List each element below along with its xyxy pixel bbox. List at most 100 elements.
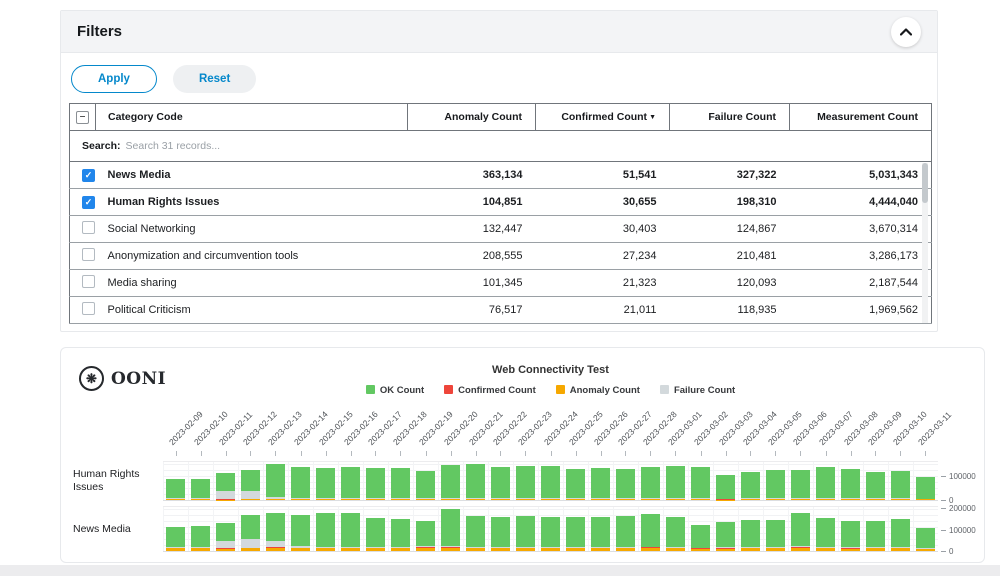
anomaly-cell: 208,555 xyxy=(408,243,536,270)
stacked-bar[interactable] xyxy=(766,462,785,500)
stacked-bar[interactable] xyxy=(891,462,910,500)
x-axis-tick xyxy=(426,451,427,456)
stacked-bar[interactable] xyxy=(216,507,235,551)
stacked-bar[interactable] xyxy=(441,462,460,500)
stacked-bar[interactable] xyxy=(391,462,410,500)
stacked-bar[interactable] xyxy=(266,507,285,551)
row-checkbox[interactable] xyxy=(82,221,95,234)
stacked-bar[interactable] xyxy=(241,462,260,500)
stacked-bar[interactable] xyxy=(591,462,610,500)
stacked-bar[interactable] xyxy=(466,507,485,551)
stacked-bar[interactable] xyxy=(516,462,535,500)
bar-segment xyxy=(666,548,685,551)
stacked-bar[interactable] xyxy=(541,462,560,500)
stacked-bar[interactable] xyxy=(666,507,685,551)
stacked-bar[interactable] xyxy=(641,462,660,500)
stacked-bar[interactable] xyxy=(891,507,910,551)
stacked-bar[interactable] xyxy=(191,462,210,500)
stacked-bar[interactable] xyxy=(791,507,810,551)
stacked-bar[interactable] xyxy=(691,462,710,500)
table-row[interactable]: Political Criticism76,51721,011118,9351,… xyxy=(70,297,932,324)
search-input[interactable] xyxy=(126,140,426,152)
collapse-button[interactable] xyxy=(891,17,921,47)
table-row[interactable]: Social Networking132,44730,403124,8673,6… xyxy=(70,216,932,243)
anomaly-cell: 76,517 xyxy=(408,297,536,324)
stacked-bar[interactable] xyxy=(541,507,560,551)
stacked-bar[interactable] xyxy=(616,462,635,500)
stacked-bar[interactable] xyxy=(566,507,585,551)
scrollbar-thumb[interactable] xyxy=(922,163,928,203)
col-header-category[interactable]: Category Code xyxy=(96,104,408,131)
col-header-measurement[interactable]: Measurement Count xyxy=(790,104,932,131)
stacked-bar[interactable] xyxy=(366,507,385,551)
table-scrollbar[interactable] xyxy=(922,163,928,323)
stacked-bar[interactable] xyxy=(341,462,360,500)
stacked-bar[interactable] xyxy=(516,507,535,551)
stacked-bar[interactable] xyxy=(491,462,510,500)
stacked-bar[interactable] xyxy=(316,507,335,551)
row-checkbox[interactable] xyxy=(82,302,95,315)
row-checkbox[interactable] xyxy=(82,275,95,288)
row-checkbox[interactable]: ✓ xyxy=(82,196,95,209)
stacked-bar[interactable] xyxy=(616,507,635,551)
stacked-bar[interactable] xyxy=(591,507,610,551)
bar-slot xyxy=(788,462,813,500)
col-header-confirmed[interactable]: Confirmed Count▼ xyxy=(536,104,670,131)
stacked-bar[interactable] xyxy=(366,462,385,500)
stacked-bar[interactable] xyxy=(716,507,735,551)
stacked-bar[interactable] xyxy=(816,507,835,551)
stacked-bar[interactable] xyxy=(466,462,485,500)
table-row[interactable]: Media sharing101,34521,323120,0932,187,5… xyxy=(70,270,932,297)
stacked-bar[interactable] xyxy=(741,507,760,551)
stacked-bar[interactable] xyxy=(766,507,785,551)
stacked-bar[interactable] xyxy=(841,507,860,551)
stacked-bar[interactable] xyxy=(841,462,860,500)
legend-item[interactable]: Failure Count xyxy=(660,385,735,396)
reset-button[interactable]: Reset xyxy=(173,65,256,93)
stacked-bar[interactable] xyxy=(241,507,260,551)
stacked-bar[interactable] xyxy=(291,462,310,500)
stacked-bar[interactable] xyxy=(166,507,185,551)
select-all-checkbox[interactable]: – xyxy=(76,111,89,124)
stacked-bar[interactable] xyxy=(416,462,435,500)
x-axis-spacer-right xyxy=(938,400,984,456)
stacked-bar[interactable] xyxy=(716,462,735,500)
stacked-bar[interactable] xyxy=(741,462,760,500)
stacked-bar[interactable] xyxy=(916,507,935,551)
col-header-failure[interactable]: Failure Count xyxy=(670,104,790,131)
stacked-bar[interactable] xyxy=(341,507,360,551)
stacked-bar[interactable] xyxy=(566,462,585,500)
stacked-bar[interactable] xyxy=(866,507,885,551)
table-row[interactable]: ✓Human Rights Issues104,85130,655198,310… xyxy=(70,189,932,216)
legend-item[interactable]: OK Count xyxy=(366,385,424,396)
stacked-bar[interactable] xyxy=(266,462,285,500)
stacked-bar[interactable] xyxy=(291,507,310,551)
stacked-bar[interactable] xyxy=(641,507,660,551)
x-axis-tick xyxy=(576,451,577,456)
table-row[interactable]: ✓News Media363,13451,541327,3225,031,343 xyxy=(70,162,932,189)
row-checkbox[interactable]: ✓ xyxy=(82,169,95,182)
stacked-bar[interactable] xyxy=(216,462,235,500)
row-checkbox[interactable] xyxy=(82,248,95,261)
stacked-bar[interactable] xyxy=(866,462,885,500)
stacked-bar[interactable] xyxy=(191,507,210,551)
apply-button[interactable]: Apply xyxy=(71,65,157,93)
stacked-bar[interactable] xyxy=(816,462,835,500)
stacked-bar[interactable] xyxy=(491,507,510,551)
legend-item[interactable]: Anomaly Count xyxy=(556,385,640,396)
col-header-anomaly[interactable]: Anomaly Count xyxy=(408,104,536,131)
category-cell: Media sharing xyxy=(96,270,408,297)
bar-segment xyxy=(291,515,310,546)
stacked-bar[interactable] xyxy=(391,507,410,551)
bar-segment xyxy=(466,548,485,551)
stacked-bar[interactable] xyxy=(316,462,335,500)
stacked-bar[interactable] xyxy=(166,462,185,500)
stacked-bar[interactable] xyxy=(416,507,435,551)
stacked-bar[interactable] xyxy=(791,462,810,500)
stacked-bar[interactable] xyxy=(666,462,685,500)
stacked-bar[interactable] xyxy=(691,507,710,551)
legend-item[interactable]: Confirmed Count xyxy=(444,385,536,396)
table-row[interactable]: Anonymization and circumvention tools208… xyxy=(70,243,932,270)
stacked-bar[interactable] xyxy=(441,507,460,551)
stacked-bar[interactable] xyxy=(916,462,935,500)
